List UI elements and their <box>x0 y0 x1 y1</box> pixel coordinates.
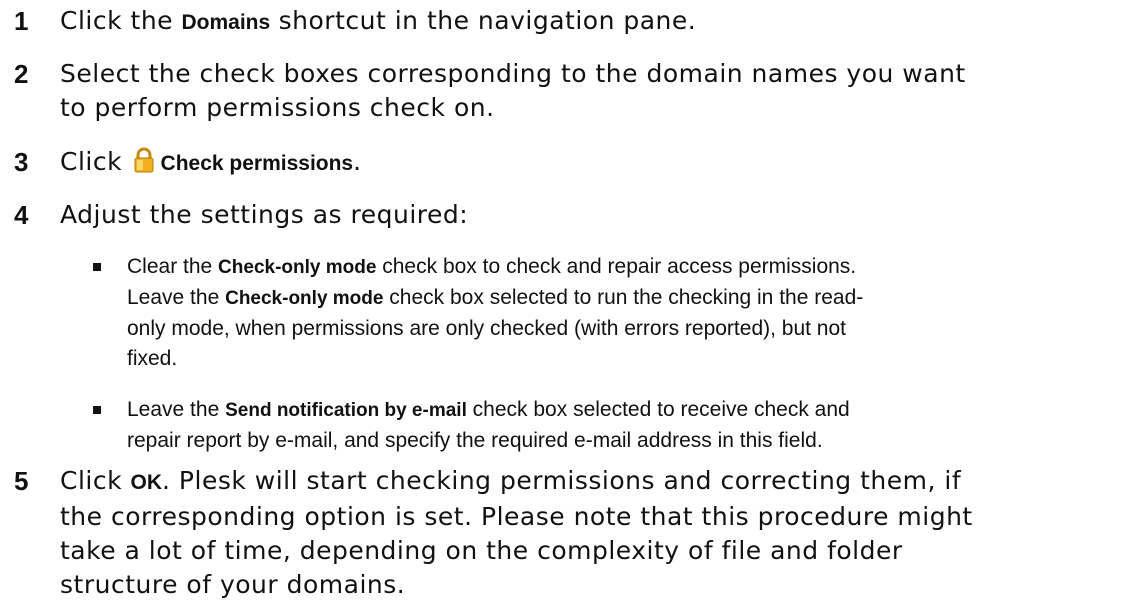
ui-term-check-only-mode: Check-only mode <box>218 257 377 278</box>
bullet-line: repair report by e-mail, and specify the… <box>127 429 823 452</box>
step-number: 1 <box>14 6 29 36</box>
step-text-line: Select the check boxes corresponding to … <box>60 59 966 88</box>
bullet-line: Leave the Send notification by e-mail ch… <box>127 395 1127 426</box>
bullet-text-part: check box to check and repair access per… <box>376 255 857 278</box>
step-number: 2 <box>14 59 29 89</box>
ui-term-check-permissions: Check permissions <box>160 152 354 175</box>
step-text-part: Click <box>60 466 131 495</box>
step-text-part: shortcut in the navigation pane. <box>270 6 697 35</box>
step-text-line: structure of your domains. <box>60 570 406 599</box>
bullet-line: fixed. <box>127 347 178 370</box>
step-text-part: Click <box>60 147 131 176</box>
bullet-text: Leave the Send notification by e-mail ch… <box>127 395 1127 456</box>
ui-term-ok: OK <box>130 471 163 494</box>
step-text-part: Click the <box>60 6 182 35</box>
step-text: Click Check permissions. <box>60 145 1120 181</box>
step-text-line: take a lot of time, depending on the com… <box>60 536 903 565</box>
step-text: Click OK. Plesk will start checking perm… <box>60 464 1120 602</box>
bullet-text-part: Clear the <box>127 255 219 278</box>
step-text: Click the Domains shortcut in the naviga… <box>60 4 1120 40</box>
step-text-line: the corresponding option is set. Please … <box>60 502 973 531</box>
step-text-line: Click OK. Plesk will start checking perm… <box>60 464 1120 500</box>
step-number: 5 <box>14 466 29 496</box>
bullet-text-part: Leave the <box>127 286 226 309</box>
step-text: Select the check boxes corresponding to … <box>60 57 1120 125</box>
bullet-line: only mode, when permissions are only che… <box>127 317 847 340</box>
bullet-marker <box>93 406 101 414</box>
bullet-text-part: Leave the <box>127 398 226 421</box>
ui-term-check-only-mode: Check-only mode <box>225 288 384 309</box>
step-text-part: . Plesk will start checking permissions … <box>162 466 962 495</box>
lock-icon <box>133 147 155 173</box>
bullet-text-part: check box selected to run the checking i… <box>383 286 864 309</box>
step-text-line: to perform permissions check on. <box>60 93 495 122</box>
step-text-part: . <box>353 147 362 176</box>
bullet-line: Leave the Check-only mode check box sele… <box>127 283 1127 314</box>
ui-term-domains: Domains <box>181 11 271 34</box>
ui-term-send-notification: Send notification by e-mail <box>225 400 467 421</box>
bullet-marker <box>93 263 101 271</box>
step-text: Adjust the settings as required: <box>60 200 469 229</box>
step-number: 4 <box>14 200 29 230</box>
bullet-line: Clear the Check-only mode check box to c… <box>127 252 1127 283</box>
bullet-text: Clear the Check-only mode check box to c… <box>127 252 1127 374</box>
bullet-text-part: check box selected to receive check and <box>466 398 850 421</box>
step-number: 3 <box>14 147 29 177</box>
